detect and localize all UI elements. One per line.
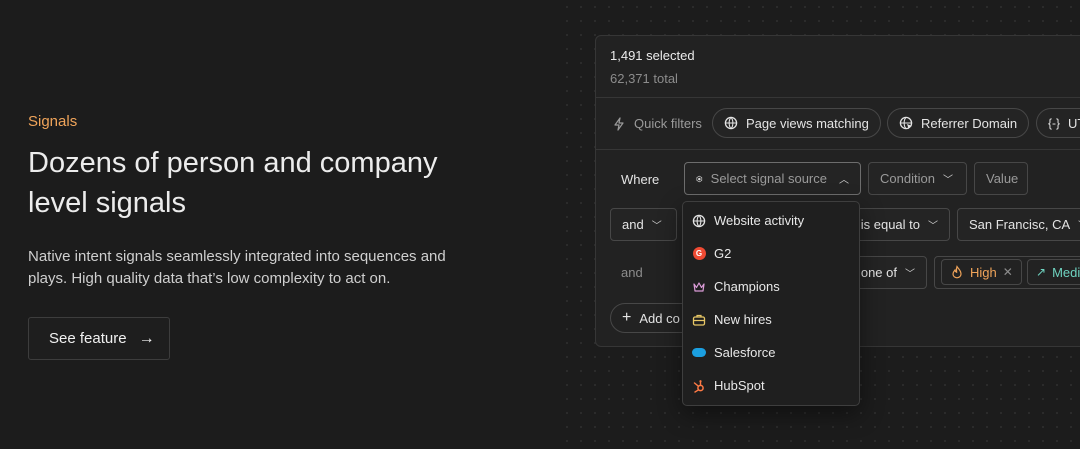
- quick-filter-label: Page views matching: [746, 115, 869, 131]
- chevron-down-icon: ﹀: [928, 221, 938, 232]
- plus-icon: +: [622, 309, 632, 326]
- connector-select[interactable]: and ﹀: [610, 208, 677, 241]
- chevron-down-icon: ﹀: [905, 269, 915, 280]
- connector-label: and: [621, 265, 643, 280]
- dropdown-item-label: Champions: [714, 279, 780, 294]
- dropdown-item-label: Salesforce: [714, 345, 776, 360]
- selection-summary: 1,491 selected 62,371 total: [610, 48, 695, 86]
- quick-filters-text: Quick filters: [634, 116, 702, 131]
- chevron-down-icon: ﹀: [651, 221, 662, 232]
- see-feature-button[interactable]: See feature →: [28, 317, 170, 360]
- connector-label: and: [622, 217, 644, 232]
- quick-filter-label: Referrer Domain: [921, 115, 1018, 131]
- hubspot-icon: [693, 379, 704, 393]
- g2-logo-icon: G: [692, 247, 706, 260]
- value-select[interactable]: San Francisc, CA ﹀: [957, 208, 1080, 241]
- dropdown-item-label: HubSpot: [714, 378, 765, 393]
- add-condition-label: Add co: [639, 310, 680, 326]
- see-feature-label: See feature: [49, 330, 127, 347]
- value-placeholder: Value: [986, 171, 1019, 186]
- tag-label: High: [970, 264, 997, 280]
- briefcase-icon: [692, 314, 706, 326]
- dropdown-item-salesforce[interactable]: Salesforce: [692, 345, 775, 360]
- divider: [596, 149, 1080, 150]
- chevron-down-icon: ﹀: [942, 175, 953, 186]
- value-input[interactable]: Value: [974, 162, 1028, 195]
- selected-count: 1,491 selected: [610, 48, 695, 63]
- dropdown-item-new-hires[interactable]: New hires: [692, 312, 772, 327]
- where-label: Where: [621, 172, 660, 187]
- globe-icon: [692, 214, 706, 227]
- dropdown-item-champions[interactable]: Champions: [692, 279, 780, 294]
- dropdown-item-label: G2: [714, 246, 732, 261]
- total-count: 62,371 total: [610, 71, 678, 86]
- value-label: San Francisc, CA: [969, 217, 1071, 232]
- salesforce-cloud-icon: [692, 348, 706, 357]
- globe-icon: [724, 116, 738, 130]
- signal-source-placeholder: Select signal source: [710, 171, 827, 186]
- signal-source-icon: [696, 175, 703, 182]
- dropdown-item-label: New hires: [714, 312, 772, 327]
- dropdown-item-hubspot[interactable]: HubSpot: [692, 378, 765, 393]
- globe-cursor-icon: [899, 116, 913, 130]
- signal-source-select[interactable]: Select signal source ︿: [684, 162, 861, 195]
- chevron-up-icon: ︿: [839, 175, 849, 186]
- crown-icon: [693, 281, 705, 292]
- dropdown-item-website-activity[interactable]: Website activity: [692, 213, 804, 228]
- section-description: Native intent signals seamlessly integra…: [28, 248, 446, 287]
- condition-label: one of: [860, 265, 897, 280]
- condition-label: is equal to: [860, 217, 920, 232]
- lightning-icon: [614, 116, 624, 131]
- condition-select[interactable]: Condition ﹀: [868, 162, 967, 195]
- quick-filter-referrer-domain[interactable]: Referrer Domain: [887, 108, 1030, 138]
- close-icon[interactable]: ✕: [1003, 265, 1013, 279]
- tag-medium[interactable]: ↗ Medi: [1027, 259, 1080, 285]
- divider: [596, 97, 1080, 98]
- tag-label: Medi: [1052, 264, 1080, 280]
- dropdown-item-label: Website activity: [714, 213, 805, 228]
- signal-source-dropdown: Website activity G G2 Champions New hire…: [682, 201, 860, 406]
- section-eyebrow: Signals: [28, 113, 78, 130]
- condition-placeholder: Condition: [880, 171, 935, 186]
- trend-up-icon: ↗: [1036, 265, 1047, 279]
- braces-icon: {-}: [1048, 116, 1061, 130]
- arrow-right-icon: →: [138, 329, 155, 347]
- quick-filter-utm[interactable]: {-} UT: [1036, 108, 1080, 138]
- quick-filter-label: UT: [1068, 115, 1080, 131]
- section-headline: Dozens of person and company level signa…: [28, 147, 438, 219]
- dropdown-item-g2[interactable]: G G2: [692, 246, 731, 261]
- flame-icon: [952, 265, 962, 279]
- tag-high[interactable]: High ✕: [941, 259, 1022, 285]
- quick-filters-label: Quick filters: [612, 116, 702, 131]
- quick-filter-page-views[interactable]: Page views matching: [712, 108, 881, 138]
